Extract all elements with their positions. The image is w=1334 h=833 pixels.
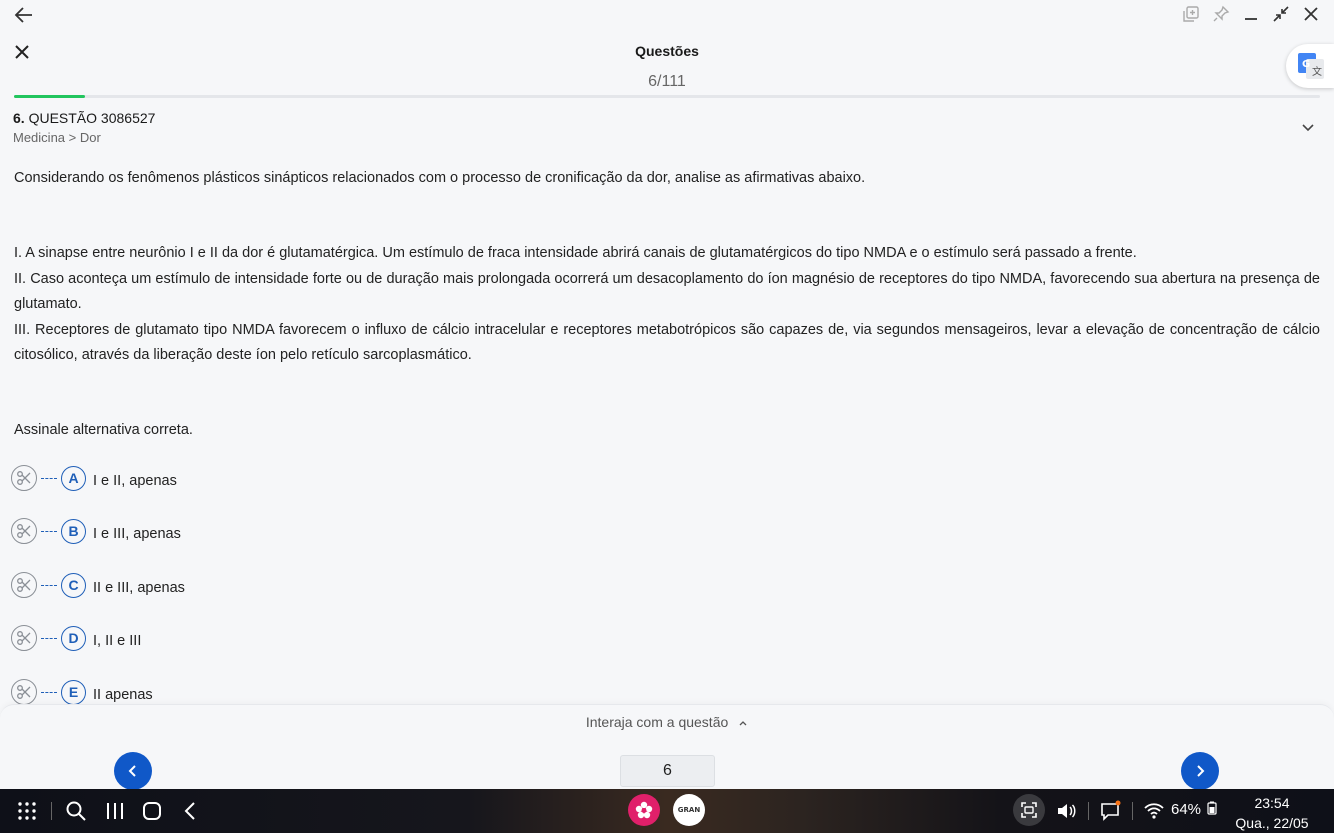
option-text[interactable]: I, II e III — [93, 633, 141, 649]
option-connector — [41, 477, 57, 479]
google-translate-icon: G 文 — [1298, 53, 1324, 79]
option-connector — [41, 637, 57, 639]
taskbar-divider — [51, 802, 52, 820]
question-header: 6. QUESTÃO 3086527 Medicina > Dor — [13, 110, 155, 145]
search-icon[interactable] — [65, 800, 87, 822]
notification-chat-icon[interactable] — [1099, 800, 1121, 822]
option-connector — [41, 530, 57, 532]
option-letter[interactable]: C — [61, 572, 86, 598]
battery-status[interactable]: 64% — [1171, 801, 1217, 818]
taskbar-divider — [1088, 802, 1089, 820]
option-letter[interactable]: B — [61, 518, 86, 544]
volume-icon[interactable] — [1055, 800, 1077, 822]
svg-text:G: G — [1302, 59, 1310, 70]
chevron-down-icon[interactable] — [1300, 119, 1316, 135]
interact-toggle[interactable]: Interaja com a questão — [0, 714, 1334, 730]
battery-icon — [1207, 801, 1217, 815]
question-ask: Assinale alternativa correta. — [14, 422, 193, 438]
clock-time: 23:54 — [1254, 795, 1290, 811]
pin-icon[interactable] — [1212, 5, 1230, 23]
option-text[interactable]: I e III, apenas — [93, 526, 181, 542]
chevron-left-icon — [128, 765, 136, 777]
scissors-icon[interactable] — [11, 625, 37, 651]
system-taskbar: GRAN 64% 23:54 Qua., 22/05 — [0, 789, 1334, 833]
question-counter: 6/111 — [648, 73, 686, 90]
option-text[interactable]: I e II, apenas — [93, 473, 177, 489]
option-text[interactable]: II apenas — [93, 687, 153, 703]
statement-3: III. Receptores de glutamato tipo NMDA f… — [14, 321, 1320, 364]
option-b[interactable]: B I e III, apenas — [11, 517, 181, 545]
question-number: 6. QUESTÃO 3086527 — [13, 110, 155, 126]
breadcrumb: Medicina > Dor — [13, 130, 101, 145]
question-intro: Considerando os fenômenos plásticos siná… — [14, 170, 866, 186]
clock-date: Qua., 22/05 — [1235, 815, 1309, 831]
scissors-icon[interactable] — [11, 518, 37, 544]
gran-app-label: GRAN — [677, 806, 701, 814]
option-letter[interactable]: A — [61, 465, 86, 491]
scissors-icon[interactable] — [11, 572, 37, 598]
back-arrow-icon[interactable] — [12, 4, 36, 26]
option-e[interactable]: E II apenas — [11, 678, 153, 706]
translate-button[interactable]: G 文 — [1286, 44, 1334, 88]
question-label: QUESTÃO 3086527 — [28, 110, 156, 126]
scissors-icon[interactable] — [11, 465, 37, 491]
recent-apps-icon[interactable] — [104, 800, 126, 822]
app-header: Questões 6/111 G 文 — [0, 30, 1334, 96]
page-number-input[interactable]: 6 — [620, 755, 715, 787]
wifi-icon[interactable] — [1143, 800, 1165, 822]
back-nav-icon[interactable] — [180, 800, 202, 822]
battery-percent: 64% — [1171, 801, 1202, 818]
option-connector — [41, 691, 57, 693]
interact-label[interactable]: Interaja com a questão — [586, 714, 728, 730]
previous-button[interactable] — [114, 752, 152, 790]
svg-text:文: 文 — [1312, 65, 1322, 78]
close-window-icon[interactable] — [1302, 5, 1320, 23]
option-c[interactable]: C II e III, apenas — [11, 571, 185, 599]
progress-bar — [14, 95, 1320, 98]
restore-icon[interactable] — [1272, 5, 1290, 23]
question-number-prefix: 6. — [13, 110, 25, 126]
progress-fill — [14, 95, 85, 98]
minimize-icon[interactable] — [1242, 5, 1260, 23]
window-bar — [0, 0, 1334, 30]
chevron-right-icon — [1197, 765, 1205, 777]
option-text[interactable]: II e III, apenas — [93, 580, 185, 596]
apps-grid-icon[interactable] — [16, 800, 38, 822]
multi-window-icon[interactable] — [1182, 5, 1200, 23]
option-d[interactable]: D I, II e III — [11, 624, 141, 652]
gran-app-icon[interactable]: GRAN — [673, 794, 705, 826]
screenshot-icon[interactable] — [1013, 794, 1045, 826]
option-a[interactable]: A I e II, apenas — [11, 464, 177, 492]
page-title: Questões — [635, 43, 699, 59]
next-button[interactable] — [1181, 752, 1219, 790]
taskbar-divider — [1132, 802, 1133, 820]
chevron-up-icon[interactable] — [738, 719, 748, 727]
option-connector — [41, 584, 57, 586]
flower-app-icon[interactable] — [628, 794, 660, 826]
scissors-icon[interactable] — [11, 679, 37, 705]
question-statements: I. A sinapse entre neurônio I e II da do… — [14, 241, 1320, 369]
option-letter[interactable]: E — [61, 679, 86, 705]
clock[interactable]: 23:54 Qua., 22/05 — [1232, 793, 1312, 833]
home-icon[interactable] — [141, 800, 163, 822]
window-controls — [1182, 5, 1320, 23]
statement-1: I. A sinapse entre neurônio I e II da do… — [14, 245, 1137, 261]
bottom-panel: Interaja com a questão 6 — [0, 704, 1334, 790]
statement-2: II. Caso aconteça um estímulo de intensi… — [14, 270, 1320, 313]
option-letter[interactable]: D — [61, 625, 86, 651]
